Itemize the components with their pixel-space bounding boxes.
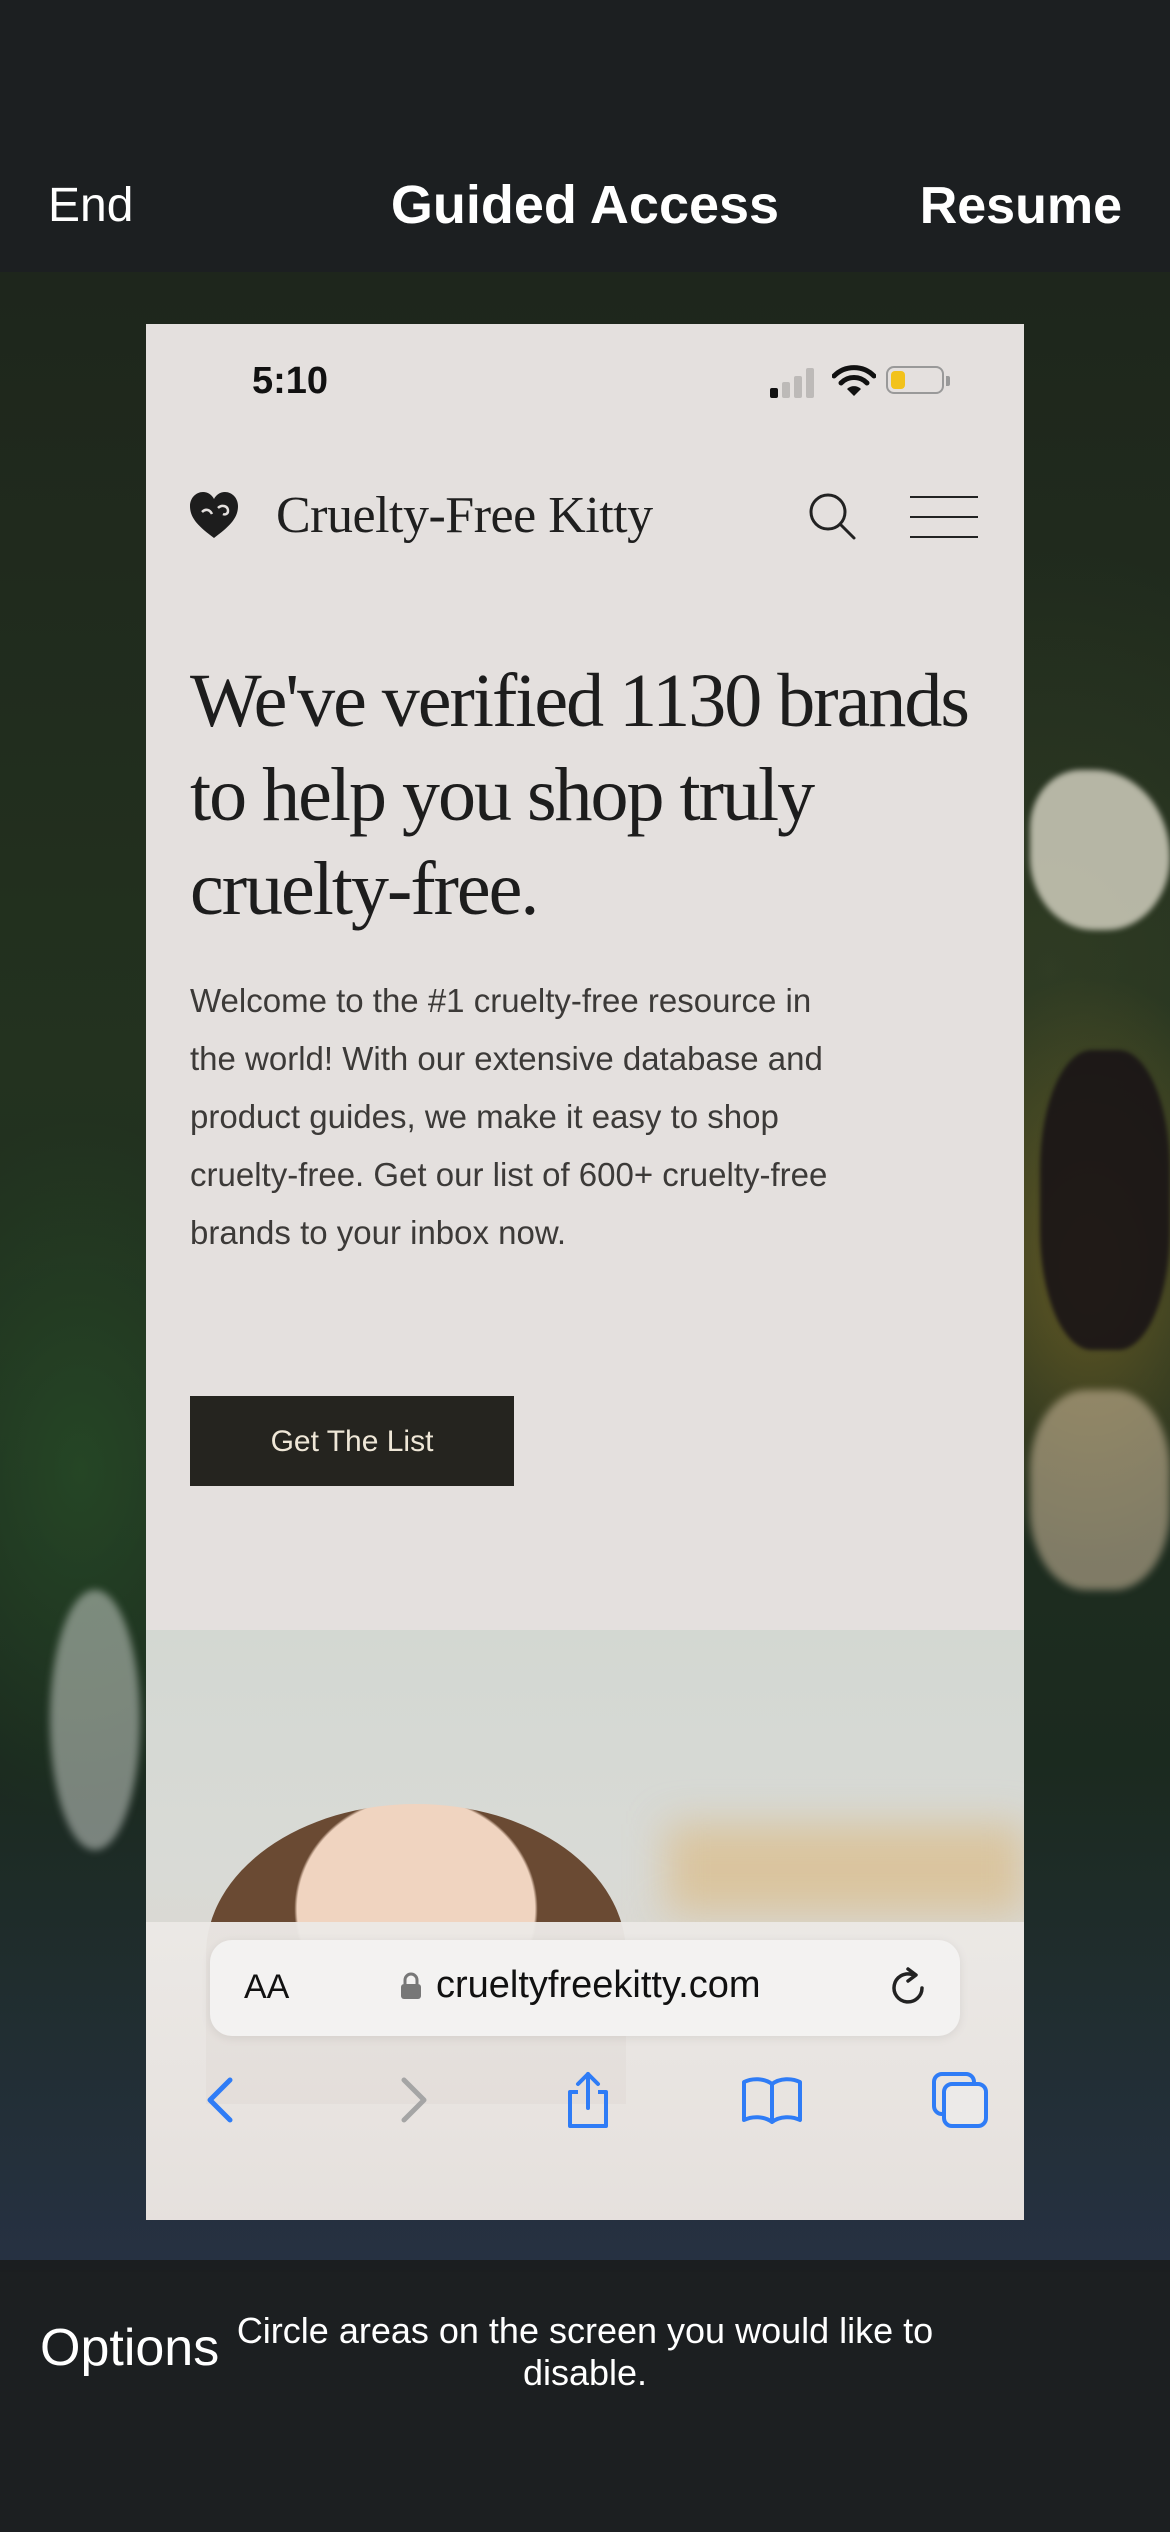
background-figure <box>50 1590 140 1850</box>
hamburger-menu-icon[interactable] <box>910 496 980 542</box>
status-icons <box>770 364 970 398</box>
text-size-label: AA <box>244 1968 290 2006</box>
text-size-button[interactable]: AA <box>244 1968 289 2007</box>
background-figure <box>1030 770 1170 930</box>
wifi-icon <box>832 365 876 396</box>
phone-screen-preview[interactable]: 5:10 Cruelty-Free Kitty We've verified 1… <box>146 324 1024 2220</box>
forward-icon[interactable] <box>380 2068 444 2132</box>
status-time: 5:10 <box>252 360 329 402</box>
share-icon[interactable] <box>556 2068 620 2132</box>
search-icon[interactable] <box>804 488 860 544</box>
background-figure <box>1040 1050 1170 1350</box>
options-button[interactable]: Options <box>40 2318 219 2378</box>
url-text[interactable]: crueltyfreekitty.com <box>436 1964 760 2007</box>
guided-access-bottom-bar: Options Circle areas on the screen you w… <box>0 2272 1170 2532</box>
heart-cat-logo-icon[interactable] <box>188 490 240 540</box>
battery-icon <box>886 366 950 394</box>
guided-access-top-bar: End Guided Access Resume <box>0 0 1170 272</box>
background-figure <box>1030 1390 1170 1590</box>
safari-bottom-bar: AA crueltyfreekitty.com <box>146 1922 1024 2220</box>
hero-photo-glow <box>666 1824 1024 1914</box>
resume-button[interactable]: Resume <box>920 176 1122 236</box>
reload-icon[interactable] <box>886 1966 930 2010</box>
cellular-signal-icon <box>770 364 820 398</box>
back-icon[interactable] <box>190 2068 254 2132</box>
site-header: Cruelty-Free Kitty <box>146 484 1024 554</box>
address-bar[interactable]: AA crueltyfreekitty.com <box>210 1940 960 2036</box>
site-logo-text[interactable]: Cruelty-Free Kitty <box>276 486 653 545</box>
hero-description: Welcome to the #1 cruelty-free resource … <box>190 982 828 1251</box>
instruction-text: Circle areas on the screen you would lik… <box>236 2310 934 2393</box>
get-the-list-button[interactable]: Get The List <box>190 1396 514 1486</box>
bookmarks-icon[interactable] <box>740 2068 804 2132</box>
lock-icon <box>401 1972 421 1999</box>
hero-heading: We've verified 1130 brands to help you s… <box>190 659 970 931</box>
tabs-icon[interactable] <box>928 2068 992 2132</box>
